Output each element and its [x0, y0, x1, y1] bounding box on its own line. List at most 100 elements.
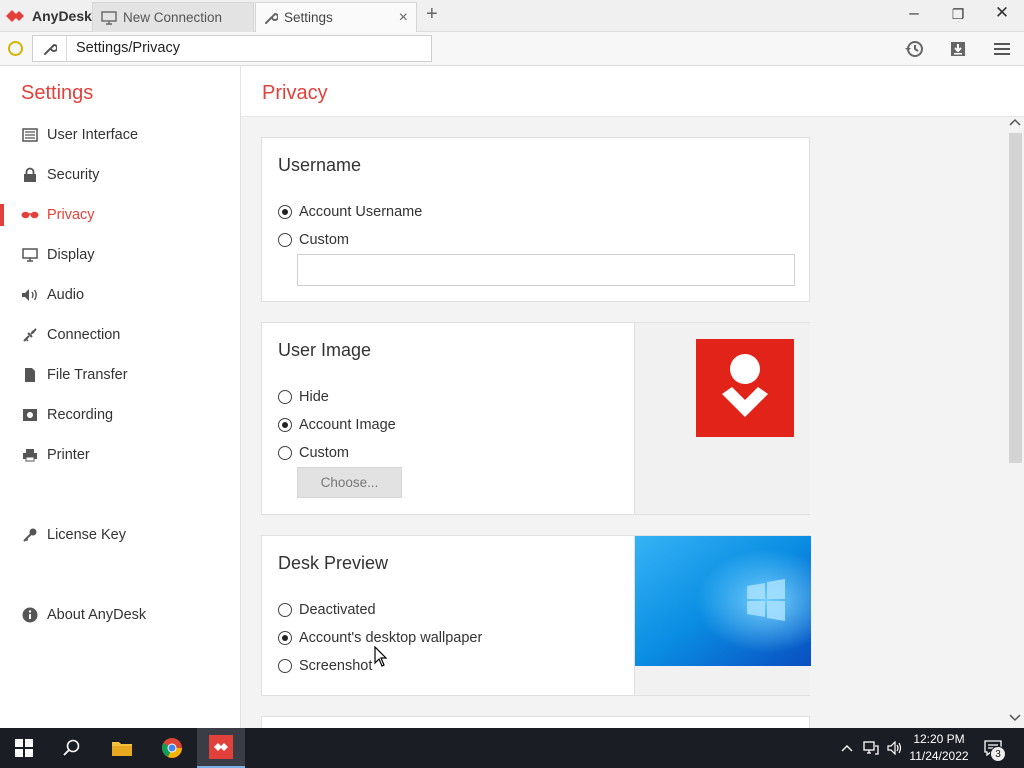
radio-button[interactable]: [278, 205, 292, 219]
menu-icon[interactable]: [991, 38, 1013, 60]
tab-settings[interactable]: Settings ×: [255, 2, 417, 32]
radio-deactivated[interactable]: Deactivated: [278, 602, 376, 618]
scroll-down-icon[interactable]: [1009, 713, 1021, 726]
radio-account-image[interactable]: Account Image: [278, 417, 396, 433]
user-image-preview-panel: [634, 323, 810, 514]
radio-label: Hide: [299, 389, 329, 405]
radio-button[interactable]: [278, 659, 292, 673]
search-button[interactable]: [48, 728, 96, 768]
download-icon[interactable]: [947, 38, 969, 60]
tab-label: Settings: [284, 10, 333, 25]
address-field[interactable]: [32, 35, 432, 62]
radio-button[interactable]: [278, 446, 292, 460]
radio-label: Account's desktop wallpaper: [299, 630, 483, 646]
new-tab-button[interactable]: +: [426, 3, 438, 26]
sidebar-item-user-interface[interactable]: User Interface: [0, 119, 240, 151]
sidebar-item-label: Security: [47, 167, 100, 183]
history-icon[interactable]: [903, 38, 925, 60]
status-indicator-icon: [8, 41, 23, 56]
anydesk-taskbar-button[interactable]: [197, 728, 245, 768]
radio-label: Account Image: [299, 417, 396, 433]
radio-button[interactable]: [278, 233, 292, 247]
sidebar-item-label: File Transfer: [47, 367, 128, 383]
start-button[interactable]: [0, 728, 48, 768]
scroll-up-icon[interactable]: [1009, 117, 1021, 130]
scrollbar-thumb[interactable]: [1009, 133, 1022, 463]
file-icon: [20, 367, 40, 383]
anydesk-logo: AnyDesk: [4, 7, 92, 25]
key-icon: [20, 527, 40, 543]
close-window-button[interactable]: ✕: [988, 3, 1016, 23]
chrome-button[interactable]: [148, 728, 196, 768]
network-icon[interactable]: [860, 728, 882, 768]
radio-desktop-wallpaper[interactable]: Account's desktop wallpaper: [278, 630, 482, 646]
radio-custom-image[interactable]: Custom: [278, 445, 349, 461]
sidebar-item-label: Recording: [47, 407, 114, 423]
radio-account-username[interactable]: Account Username: [278, 204, 422, 220]
choose-image-button[interactable]: Choose...: [297, 467, 402, 498]
sidebar-item-label: Connection: [47, 327, 121, 343]
notification-count-badge: 3: [990, 746, 1006, 762]
minimize-button[interactable]: –: [900, 3, 928, 23]
settings-content: Username Account Username Custom User Im…: [241, 117, 1006, 728]
speaker-icon: [20, 288, 40, 302]
restore-button[interactable]: ❐: [944, 6, 972, 23]
desk-preview-card: Desk Preview Deactivated Account's deskt…: [261, 535, 811, 696]
monitor-icon: [20, 248, 40, 262]
card-title: User Image: [278, 340, 372, 360]
sidebar-item-label: User Interface: [47, 127, 139, 143]
user-avatar-icon: [696, 339, 794, 437]
sidebar-item-about[interactable]: About AnyDesk: [0, 599, 240, 631]
radio-button[interactable]: [278, 390, 292, 404]
address-input[interactable]: [76, 40, 416, 56]
sidebar-item-audio[interactable]: Audio: [0, 279, 240, 311]
chrome-icon: [162, 738, 182, 758]
windows-logo-icon: [15, 739, 33, 757]
windows-taskbar: 12:20 PM 11/24/2022: [0, 728, 1024, 768]
card-title: Username: [278, 155, 362, 175]
radio-hide-image[interactable]: Hide: [278, 389, 329, 405]
settings-sidebar: Settings User Interface Security Privacy…: [0, 66, 241, 728]
content-scrollbar[interactable]: [1006, 117, 1024, 728]
radio-label: Screenshot: [299, 658, 373, 674]
volume-icon[interactable]: [884, 728, 906, 768]
anydesk-logo-icon: [6, 10, 24, 22]
tab-close-icon[interactable]: ×: [399, 9, 408, 27]
radio-button[interactable]: [278, 631, 292, 645]
tab-new-connection[interactable]: New Connection: [92, 2, 254, 32]
radio-button[interactable]: [278, 603, 292, 617]
sidebar-item-label: License Key: [47, 527, 126, 543]
radio-custom-username[interactable]: Custom: [278, 232, 349, 248]
radio-label: Custom: [299, 445, 349, 461]
wrench-icon: [264, 11, 278, 25]
info-icon: [20, 607, 40, 623]
tray-overflow-icon[interactable]: [838, 728, 856, 768]
custom-username-input[interactable]: [297, 254, 795, 286]
sidebar-item-file-transfer[interactable]: File Transfer: [0, 359, 240, 391]
sidebar-item-printer[interactable]: Printer: [0, 439, 240, 471]
radio-label: Account Username: [299, 204, 423, 220]
folder-icon: [112, 742, 132, 756]
sidebar-item-privacy[interactable]: Privacy: [0, 199, 240, 231]
anydesk-icon: [209, 735, 233, 759]
desk-preview-panel: [634, 536, 811, 695]
sidebar-item-connection[interactable]: Connection: [0, 319, 240, 351]
tab-label: New Connection: [123, 10, 223, 25]
sidebar-item-license-key[interactable]: License Key: [0, 519, 240, 551]
sidebar-item-security[interactable]: Security: [0, 159, 240, 191]
sidebar-item-display[interactable]: Display: [0, 239, 240, 271]
wallpaper-preview-image: [635, 536, 811, 666]
wrench-icon: [33, 36, 67, 61]
clock-time: 12:20 PM: [913, 732, 965, 746]
page-title: Privacy: [262, 82, 328, 104]
next-settings-card: [261, 716, 810, 728]
radio-screenshot[interactable]: Screenshot: [278, 658, 372, 674]
user-image-card: User Image Hide Account Image Custom Cho…: [261, 322, 810, 515]
sidebar-title: Settings: [21, 82, 94, 104]
sidebar-item-label: Audio: [47, 287, 85, 303]
taskbar-clock[interactable]: 12:20 PM 11/24/2022: [905, 731, 973, 765]
file-explorer-button[interactable]: [98, 728, 146, 768]
sidebar-item-recording[interactable]: Recording: [0, 399, 240, 431]
sidebar-item-label: About AnyDesk: [47, 607, 147, 623]
radio-button[interactable]: [278, 418, 292, 432]
